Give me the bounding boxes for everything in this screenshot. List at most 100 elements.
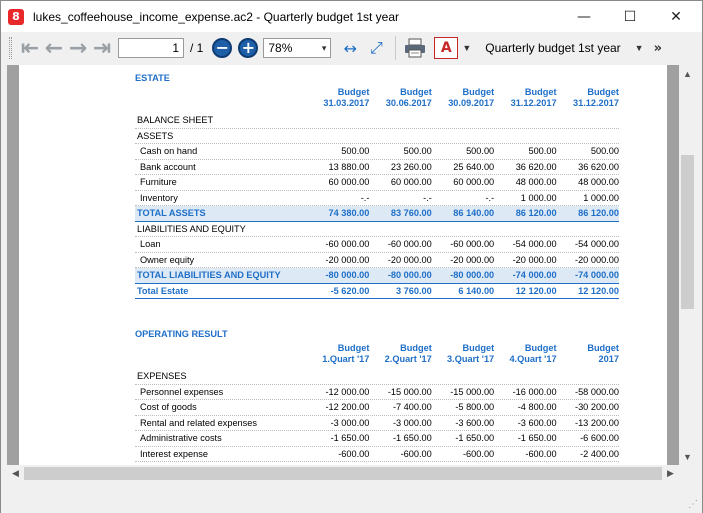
table-row: EXPENSES [135,369,619,385]
scroll-left-icon[interactable]: ◀ [7,465,24,482]
last-page-icon[interactable]: ⇥ [90,36,114,61]
column-header: Budget 30.09.2017 [448,87,495,108]
cell-value: -20 000.00 [512,254,557,265]
cell-value: 13 880.00 [328,161,370,172]
zoom-out-button[interactable]: − [209,35,235,61]
operating-result-table: OPERATING RESULT Budget 1.Quart '17 Budge… [135,329,619,462]
table-row: Cost of goods -12 200.00 -7 400.00 -5 800.0… [135,400,619,416]
toolbar-grip[interactable] [9,37,12,59]
close-button[interactable]: ✕ [653,1,699,32]
cell-value: -15 000.00 [387,386,432,397]
row-label: BALANCE SHEET [137,115,214,126]
cell-value: -1 650.00 [517,433,557,444]
row-label: LIABILITIES AND EQUITY [137,223,246,234]
row-label: ASSETS [137,130,174,141]
cell-value: -.- [485,192,495,203]
cell-value: -2 400.00 [580,448,619,459]
row-label: Cost of goods [140,402,197,413]
row-label: EXPENSES [137,371,187,382]
minimize-button[interactable]: — [561,1,607,32]
row-label: Inventory [140,192,178,203]
cell-value: 83 760.00 [390,208,432,219]
cell-value: -3 600.00 [455,417,495,428]
cell-value: -1 650.00 [455,433,495,444]
previous-page-icon[interactable]: ← [42,36,66,61]
table-row: LIABILITIES AND EQUITY [135,222,619,237]
maximize-button[interactable]: ☐ [607,1,653,32]
report-page: ESTATE Budget 31.03.2017 Budget 30.06.2017… [19,65,667,465]
cell-value: 36 620.00 [578,161,619,172]
operating-result-title: OPERATING RESULT [135,329,228,339]
fit-page-icon[interactable]: ⤢ [363,36,389,60]
cell-value: -15 000.00 [450,386,495,397]
column-header: Budget 31.12.2017 [572,87,619,108]
cell-value: -1 650.00 [392,433,432,444]
cell-value: 36 620.00 [515,161,557,172]
overflow-menu-icon[interactable]: » [654,41,662,56]
preview-viewport[interactable]: ESTATE Budget 31.03.2017 Budget 30.06.2017… [7,65,679,465]
cell-value: -7 400.00 [392,402,432,413]
print-icon[interactable] [402,36,428,60]
zoom-select[interactable]: 78% ▾ [263,38,332,58]
total-row: TOTAL LIABILITIES AND EQUITY -80 000.00 -8… [135,268,619,284]
table-row: Loan -60 000.00 -60 000.00 -60 000.00 -54 00… [135,237,619,253]
horizontal-scroll-thumb[interactable] [24,467,662,480]
window-title: lukes_coffeehouse_income_expense.ac2 - Q… [33,9,400,24]
cell-value: -16 000.00 [512,386,557,397]
cell-value: 86 140.00 [453,208,495,219]
print-preview-window: 8 lukes_coffeehouse_income_expense.ac2 -… [0,0,703,513]
cell-value: -60 000.00 [325,239,370,250]
app-icon: 8 [8,8,24,25]
first-page-icon[interactable]: ⇤ [18,36,42,61]
estate-title: ESTATE [135,73,170,83]
cell-value: 86 120.00 [515,208,557,219]
row-label: Bank account [140,161,196,172]
fit-width-icon[interactable]: ↔ [337,36,363,60]
cell-value: -74 000.00 [575,270,619,281]
cell-value: -600.00 [338,448,370,459]
report-select[interactable]: Quarterly budget 1st year ▼ [485,41,643,55]
scroll-right-icon[interactable]: ▶ [662,465,679,482]
cell-value: -.- [423,192,432,203]
cell-value: -4 800.00 [517,402,557,413]
cell-value: -13 200.00 [575,417,619,428]
table-row: Cash on hand 500.00 500.00 500.00 500.00 500.… [135,144,619,160]
horizontal-scrollbar[interactable]: ◀ ▶ [7,465,679,482]
column-header: Budget 4.Quart '17 [509,343,557,364]
column-header: Budget 3.Quart '17 [447,343,495,364]
zoom-out-icon: − [212,38,233,58]
cell-value: -80 000.00 [387,270,432,281]
cell-value: -600.00 [463,448,495,459]
cell-value: 60 000.00 [328,177,370,188]
cell-value: 500.00 [466,146,495,157]
next-page-icon[interactable]: → [66,36,90,61]
cell-value: -3 000.00 [330,417,370,428]
table-row: ASSETS [135,129,619,144]
table-row: Owner equity -20 000.00 -20 000.00 -20 000.… [135,253,619,268]
cell-value: -3 600.00 [517,417,557,428]
scroll-down-icon[interactable]: ▼ [679,448,696,465]
page-number-input[interactable]: 1 [118,38,184,58]
scroll-up-icon[interactable]: ▲ [679,65,696,82]
chevron-down-icon: ▾ [321,42,327,53]
cell-value: -20 000.00 [450,254,495,265]
table-row: Rental and related expenses -3 000.00 -3 0… [135,416,619,431]
zoom-in-button[interactable]: + [235,35,261,61]
column-header: Budget 2017 [587,343,619,364]
column-header: Budget 1.Quart '17 [322,343,370,364]
estate-header: Budget 31.03.2017 Budget 30.06.2017 Budget… [135,87,619,113]
cell-value: 3 760.00 [396,285,432,296]
resize-grip-icon[interactable]: ⋰ [688,499,698,510]
table-row: Furniture 60 000.00 60 000.00 60 000.00 48 0… [135,175,619,191]
table-row: Personnel expenses -12 000.00 -15 000.00 -1… [135,385,619,400]
pdf-export-icon[interactable]: A [434,37,459,59]
cell-value: 500.00 [403,146,432,157]
cell-value: -80 000.00 [450,270,495,281]
pdf-dropdown-icon[interactable]: ▼ [462,43,471,53]
cell-value: 6 140.00 [458,285,495,296]
row-label: TOTAL ASSETS [137,208,206,219]
vertical-scrollbar[interactable]: ▲ ▼ [679,65,696,465]
column-header: Budget 31.03.2017 [323,87,370,108]
row-label: Administrative costs [140,433,222,444]
vertical-scroll-thumb[interactable] [681,155,694,309]
